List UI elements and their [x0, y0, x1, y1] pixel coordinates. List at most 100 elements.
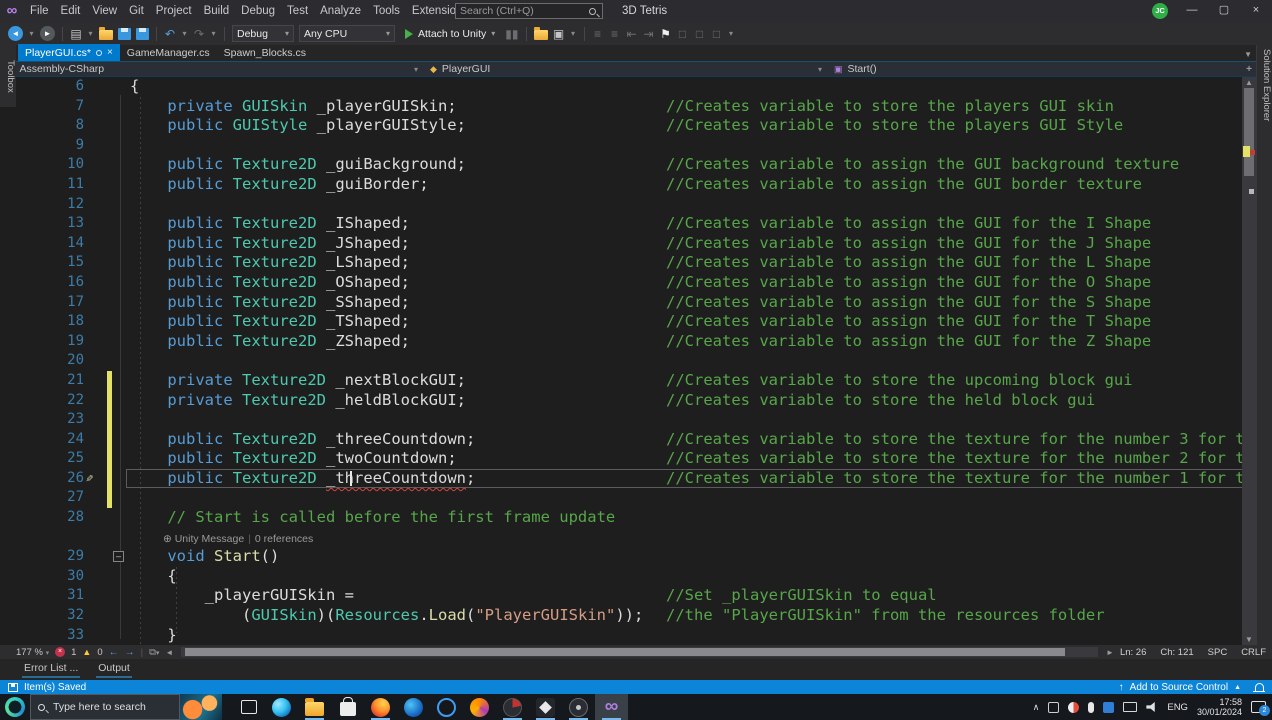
open-folder-icon[interactable]	[99, 30, 113, 40]
scrollbar-thumb[interactable]	[1244, 88, 1254, 176]
menu-view[interactable]: View	[86, 0, 123, 22]
code-line-10[interactable]: 10 public Texture2D _guiBackground;//Cre…	[0, 155, 1256, 175]
warning-icon[interactable]: ▲	[82, 647, 91, 657]
dropdown-caret-icon[interactable]: ▾	[87, 25, 94, 43]
dropdown-caret-icon[interactable]: ▾	[28, 25, 35, 43]
save-icon[interactable]	[118, 28, 131, 40]
pin-icon[interactable]	[96, 50, 102, 56]
codelens-label[interactable]: Unity Message	[175, 533, 244, 545]
code-line-30[interactable]: 30 {	[0, 567, 1256, 587]
recording-icon[interactable]	[1068, 702, 1079, 713]
unindent-icon[interactable]: ⇤	[626, 25, 638, 43]
close-button[interactable]: ×	[1240, 0, 1272, 22]
edge-taskbar-icon[interactable]	[265, 694, 298, 720]
menu-tools[interactable]: Tools	[367, 0, 406, 22]
code-line-33[interactable]: 33 }	[0, 626, 1256, 645]
codelens-references[interactable]: 0 references	[255, 533, 313, 545]
attach-to-unity-button[interactable]: Attach to Unity ▾	[400, 25, 500, 42]
configuration-dropdown[interactable]: Debug ▾	[232, 25, 294, 42]
code-line-19[interactable]: 19 public Texture2D _ZShaped;//Creates v…	[0, 332, 1256, 352]
hscrollbar-thumb[interactable]	[185, 648, 1065, 656]
split-editor-button[interactable]: +	[1246, 64, 1252, 75]
add-to-source-control-button[interactable]: Add to Source Control	[1130, 682, 1228, 693]
code-line-27[interactable]: 27	[0, 488, 1256, 508]
volume-icon[interactable]	[1146, 702, 1158, 713]
bookmark-tool-icon[interactable]: □	[677, 25, 689, 43]
fold-collapse-icon[interactable]: –	[113, 551, 124, 562]
redo-icon[interactable]: ↷	[193, 25, 205, 43]
new-project-icon[interactable]: ▤	[70, 25, 82, 43]
panel-tab-error-list-[interactable]: Error List ...	[22, 661, 80, 678]
visual-studio-taskbar-icon[interactable]: ∞	[595, 694, 628, 720]
toolbox-side-tab[interactable]: Toolbox	[0, 45, 16, 107]
code-line-16[interactable]: 16 public Texture2D _OShaped;//Creates v…	[0, 273, 1256, 293]
zoom-dropdown[interactable]: 177 % ▾	[16, 647, 49, 658]
code-line-12[interactable]: 12	[0, 195, 1256, 215]
dropdown-caret-icon[interactable]: ▾	[181, 25, 188, 43]
dropdown-caret-icon[interactable]: ▾	[570, 25, 577, 43]
action-center-icon[interactable]: 2	[1251, 701, 1266, 713]
menu-analyze[interactable]: Analyze	[314, 0, 367, 22]
taskbar-search-box[interactable]: Type here to search	[30, 694, 180, 720]
line-tool-icon[interactable]: ≡	[609, 25, 621, 43]
display-icon[interactable]	[1123, 702, 1137, 712]
code-editor[interactable]: 6{7 private GUISkin _playerGUISkin;//Cre…	[0, 77, 1256, 645]
bookmark-tool-icon[interactable]: □	[711, 25, 723, 43]
menu-debug[interactable]: Debug	[235, 0, 281, 22]
news-widget[interactable]	[180, 694, 222, 720]
code-line-32[interactable]: 32 (GUISkin)(Resources.Load("PlayerGUISk…	[0, 606, 1256, 626]
horizontal-scrollbar[interactable]	[181, 647, 1098, 657]
quick-search-box[interactable]: Search (Ctrl+Q)	[455, 3, 603, 19]
language-indicator[interactable]: ENG	[1167, 702, 1188, 713]
find-in-files-icon[interactable]	[534, 30, 548, 40]
unity-hub-taskbar-icon[interactable]	[529, 694, 562, 720]
hidden-icons-chevron[interactable]: ∧	[1033, 702, 1040, 713]
microphone-icon[interactable]	[1088, 702, 1094, 713]
firefox-taskbar-icon[interactable]	[364, 694, 397, 720]
menu-project[interactable]: Project	[150, 0, 198, 22]
scroll-down-icon[interactable]: ▼	[1242, 635, 1256, 644]
obs-taskbar-icon[interactable]	[496, 694, 529, 720]
code-line-25[interactable]: 25 public Texture2D _twoCountdown;//Crea…	[0, 449, 1256, 469]
code-line-17[interactable]: 17 public Texture2D _SShaped;//Creates v…	[0, 293, 1256, 313]
minimize-button[interactable]: —	[1176, 0, 1208, 22]
pause-icon[interactable]: ▮▮	[505, 25, 518, 43]
caret-position-ch[interactable]: Ch: 121	[1160, 647, 1193, 658]
codelens-row[interactable]: ⊕ Unity Message|0 references	[0, 528, 1256, 548]
store-taskbar-icon[interactable]	[331, 694, 364, 720]
code-line-20[interactable]: 20	[0, 351, 1256, 371]
code-line-26[interactable]: 26✎ public Texture2D _threeCountdown;//C…	[0, 469, 1256, 489]
bookmark-icon[interactable]: ⚑	[660, 25, 672, 43]
tab-gamemanager-cs[interactable]: GameManager.cs	[120, 44, 217, 61]
panel-tab-output[interactable]: Output	[96, 661, 132, 678]
indent-icon[interactable]: ⇥	[643, 25, 655, 43]
scroll-left-icon[interactable]: ◄	[165, 648, 173, 657]
undo-icon[interactable]: ↶	[164, 25, 176, 43]
line-tool-icon[interactable]: ≡	[592, 25, 604, 43]
member-dropdown[interactable]: ▣ Start()	[828, 62, 1246, 76]
vertical-scrollbar[interactable]: ▲ ▼	[1242, 77, 1256, 645]
tab-spawn-blocks-cs[interactable]: Spawn_Blocks.cs	[217, 44, 313, 61]
dropdown-caret-icon[interactable]: ▾	[728, 25, 735, 43]
avatar[interactable]: JC	[1152, 3, 1168, 19]
navigate-back-icon[interactable]: ←	[109, 647, 119, 658]
start-button[interactable]	[0, 694, 30, 720]
dropdown-caret-icon[interactable]: ▾	[210, 25, 217, 43]
navigate-forward-icon[interactable]: ►	[40, 26, 55, 41]
code-line-13[interactable]: 13 public Texture2D _IShaped;//Creates v…	[0, 214, 1256, 234]
navigate-back-icon[interactable]: ◄	[8, 26, 23, 41]
code-line-31[interactable]: 31 _playerGUISkin =//Set _playerGUISkin …	[0, 586, 1256, 606]
code-line-24[interactable]: 24 public Texture2D _threeCountdown;//Cr…	[0, 430, 1256, 450]
compare-icon[interactable]: ⧉▾	[149, 647, 159, 658]
project-dropdown[interactable]: ▦ Assembly-CSharp ▾	[0, 62, 424, 76]
code-line-8[interactable]: 8 public GUIStyle _playerGUIStyle;//Crea…	[0, 116, 1256, 136]
save-all-icon[interactable]	[136, 28, 149, 40]
maximize-button[interactable]: ▢	[1208, 0, 1240, 22]
teams-icon[interactable]	[1103, 702, 1114, 713]
close-icon[interactable]: ×	[107, 47, 113, 58]
task-view-taskbar-icon[interactable]	[232, 694, 265, 720]
capture-frame-icon[interactable]: ▣	[553, 25, 565, 43]
code-line-15[interactable]: 15 public Texture2D _LShaped;//Creates v…	[0, 253, 1256, 273]
code-line-14[interactable]: 14 public Texture2D _JShaped;//Creates v…	[0, 234, 1256, 254]
code-line-22[interactable]: 22 private Texture2D _heldBlockGUI;//Cre…	[0, 391, 1256, 411]
